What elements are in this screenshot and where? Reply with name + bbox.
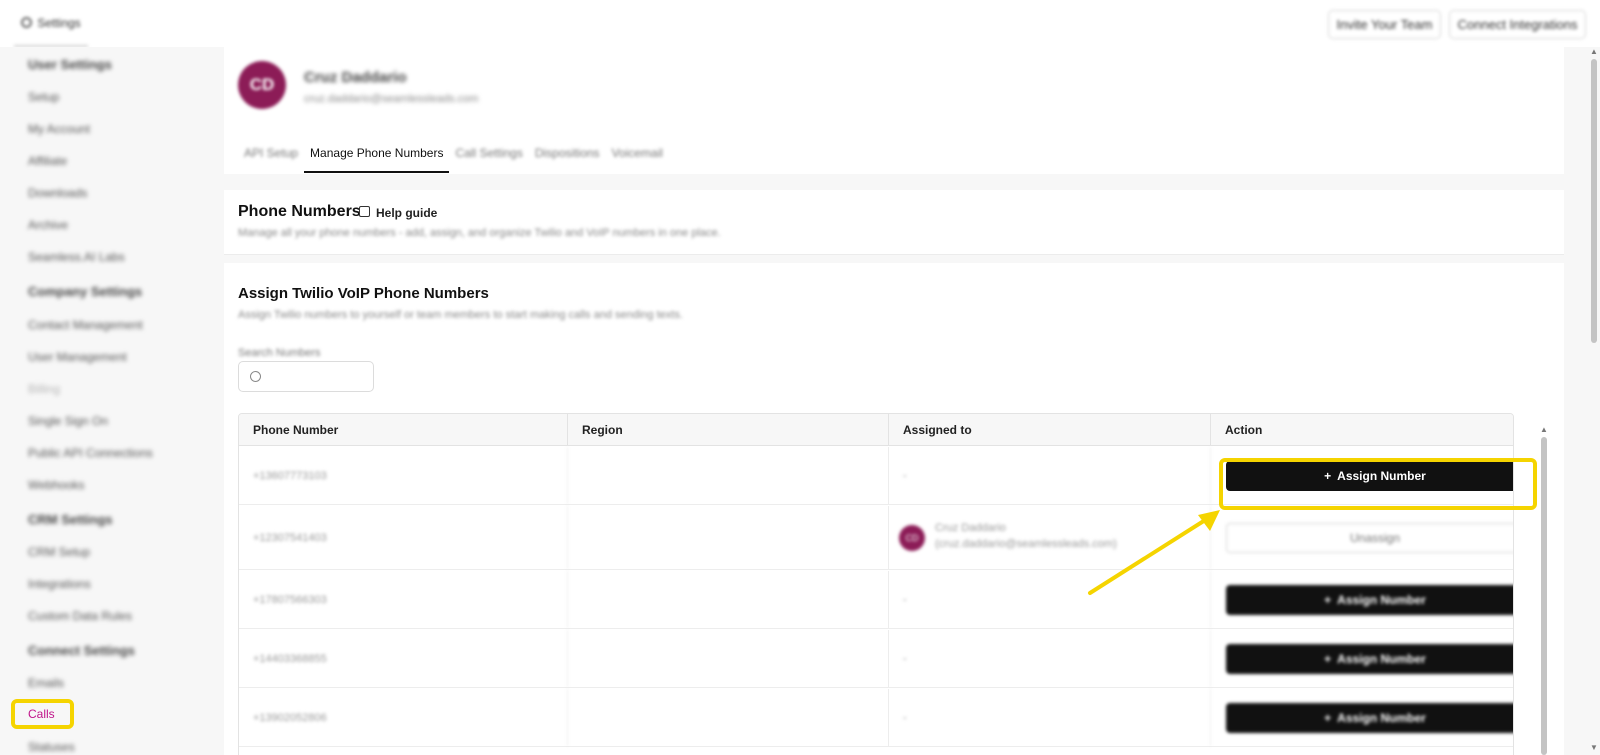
profile-email: cruz.daddario@seamlessleads.com — [304, 93, 479, 105]
sidebar-item-public-api[interactable]: Public API Connections — [28, 446, 153, 460]
table-row: +12307541403 CD Cruz Daddario (cruz.dadd… — [239, 506, 1513, 570]
search-numbers-label: Search Numbers — [238, 347, 321, 359]
assign-number-label: Assign Number — [1337, 469, 1426, 483]
table-row: +13607773103 - + Assign Number — [239, 447, 1513, 505]
sidebar-item-setup[interactable]: Setup — [28, 90, 59, 104]
cell-region — [568, 506, 889, 569]
search-icon — [250, 371, 261, 382]
settings-tabs: API Setup Manage Phone Numbers Call Sett… — [238, 145, 669, 173]
cell-phone: +13902052806 — [239, 689, 568, 746]
col-region: Region — [568, 414, 889, 446]
phone-numbers-title: Phone Numbers — [238, 203, 361, 220]
table-row: +14403368855 - + Assign Number — [239, 630, 1513, 688]
gear-icon — [21, 17, 33, 28]
cell-phone: +12307541403 — [239, 506, 568, 569]
scroll-up-arrow-icon[interactable]: ▲ — [1540, 425, 1548, 434]
assign-number-label: Assign Number — [1337, 711, 1426, 725]
cell-assigned: - — [889, 689, 1211, 746]
assign-number-button[interactable]: + Assign Number — [1226, 461, 1513, 491]
cell-assigned: - — [889, 447, 1211, 504]
settings-tab-label: Settings — [37, 15, 81, 30]
sidebar-heading-user-settings: User Settings — [28, 57, 112, 72]
top-bar: Settings Invite Your Team Connect Integr… — [0, 0, 1600, 47]
assign-numbers-subtitle: Assign Twilio numbers to yourself or tea… — [238, 309, 683, 321]
cell-region — [568, 689, 889, 746]
cell-region — [568, 630, 889, 687]
plus-icon: + — [1324, 711, 1332, 725]
sidebar-item-user-management[interactable]: User Management — [28, 350, 127, 364]
sidebar-heading-company-settings: Company Settings — [28, 284, 143, 299]
cell-phone: +13607773103 — [239, 447, 568, 504]
sidebar-item-emails[interactable]: Emails — [28, 676, 64, 690]
sidebar-item-ai-labs[interactable]: Seamless.AI Labs — [28, 250, 125, 264]
sidebar-item-sso[interactable]: Single Sign On — [28, 414, 108, 428]
phone-numbers-table: Phone Number Region Assigned to Action +… — [238, 413, 1514, 755]
page-scroll-thumb[interactable] — [1591, 59, 1597, 343]
sidebar-item-custom-data-rules[interactable]: Custom Data Rules — [28, 609, 132, 623]
sidebar-heading-connect-settings: Connect Settings — [28, 643, 135, 658]
cell-region — [568, 447, 889, 504]
cell-assigned: - — [889, 630, 1211, 687]
assign-number-label: Assign Number — [1337, 593, 1426, 607]
sidebar-item-my-account[interactable]: My Account — [28, 122, 90, 136]
sidebar-item-crm-setup[interactable]: CRM Setup — [28, 545, 90, 559]
sidebar-item-billing: Billing — [28, 382, 61, 396]
tab-voicemail[interactable]: Voicemail — [606, 145, 669, 173]
sidebar-item-integrations[interactable]: Integrations — [28, 577, 91, 591]
table-row: +17807566303 - + Assign Number — [239, 571, 1513, 629]
tab-call-settings[interactable]: Call Settings — [449, 145, 528, 173]
table-scrollbar[interactable]: ▲ — [1540, 425, 1548, 755]
invite-team-button[interactable]: Invite Your Team — [1328, 10, 1441, 39]
assign-number-label: Assign Number — [1337, 652, 1426, 666]
profile-name: Cruz Daddario — [304, 69, 407, 86]
sidebar-item-webhooks[interactable]: Webhooks — [28, 478, 84, 492]
search-input[interactable] — [238, 361, 374, 392]
plus-icon: + — [1324, 593, 1332, 607]
sidebar-heading-crm-settings: CRM Settings — [28, 512, 113, 527]
assign-numbers-card: Assign Twilio VoIP Phone Numbers Assign … — [224, 263, 1564, 755]
sidebar-item-archive[interactable]: Archive — [28, 218, 68, 232]
phone-numbers-subtitle: Manage all your phone numbers - add, ass… — [238, 227, 721, 239]
page-scrollbar[interactable]: ▲ ▼ — [1589, 47, 1600, 755]
main-content: CD Cruz Daddario cruz.daddario@seamlessl… — [224, 47, 1564, 755]
profile-card: CD Cruz Daddario cruz.daddario@seamlessl… — [224, 47, 1564, 174]
unassign-button[interactable]: Unassign — [1226, 523, 1513, 553]
assign-number-button[interactable]: + Assign Number — [1226, 585, 1513, 615]
table-row: +13902052806 - + Assign Number — [239, 689, 1513, 747]
cell-phone: +14403368855 — [239, 630, 568, 687]
page-scroll-up-icon[interactable]: ▲ — [1590, 47, 1598, 56]
sidebar-item-statuses[interactable]: Statuses — [28, 740, 75, 754]
sidebar: User Settings Setup My Account Affiliate… — [0, 47, 224, 755]
col-action: Action — [1225, 423, 1263, 437]
tab-dispositions[interactable]: Dispositions — [529, 145, 606, 173]
assign-number-button[interactable]: + Assign Number — [1226, 703, 1513, 733]
sidebar-item-affiliate[interactable]: Affiliate — [28, 154, 67, 168]
help-guide-link[interactable]: Help guide — [376, 206, 437, 220]
cell-region — [568, 571, 889, 628]
plus-icon: + — [1324, 652, 1332, 666]
page-scroll-down-icon[interactable]: ▼ — [1590, 743, 1598, 752]
connect-integrations-button[interactable]: Connect Integrations — [1449, 10, 1586, 39]
table-scroll-thumb[interactable] — [1541, 437, 1547, 755]
assignee-avatar: CD — [899, 525, 925, 551]
tab-manage-phone-numbers[interactable]: Manage Phone Numbers — [304, 145, 450, 173]
col-phone-number: Phone Number — [239, 414, 568, 446]
assign-number-button[interactable]: + Assign Number — [1226, 644, 1513, 674]
cell-phone: +17807566303 — [239, 571, 568, 628]
pointer-arrow-icon — [1088, 510, 1220, 595]
sidebar-item-calls[interactable]: Calls — [28, 707, 55, 721]
phone-numbers-card: Phone Numbers Help guide Manage all your… — [224, 190, 1564, 255]
avatar: CD — [238, 61, 286, 109]
sidebar-item-contact-management[interactable]: Contact Management — [28, 318, 143, 332]
table-header: Phone Number Region Assigned to Action — [239, 414, 1513, 446]
col-assigned-to: Assigned to — [889, 414, 1211, 446]
external-link-icon[interactable] — [359, 206, 370, 217]
assign-numbers-title: Assign Twilio VoIP Phone Numbers — [238, 285, 489, 302]
plus-icon: + — [1324, 469, 1332, 483]
sidebar-item-downloads[interactable]: Downloads — [28, 186, 87, 200]
tab-api-setup[interactable]: API Setup — [238, 145, 304, 173]
tab-settings[interactable]: Settings — [14, 0, 88, 47]
